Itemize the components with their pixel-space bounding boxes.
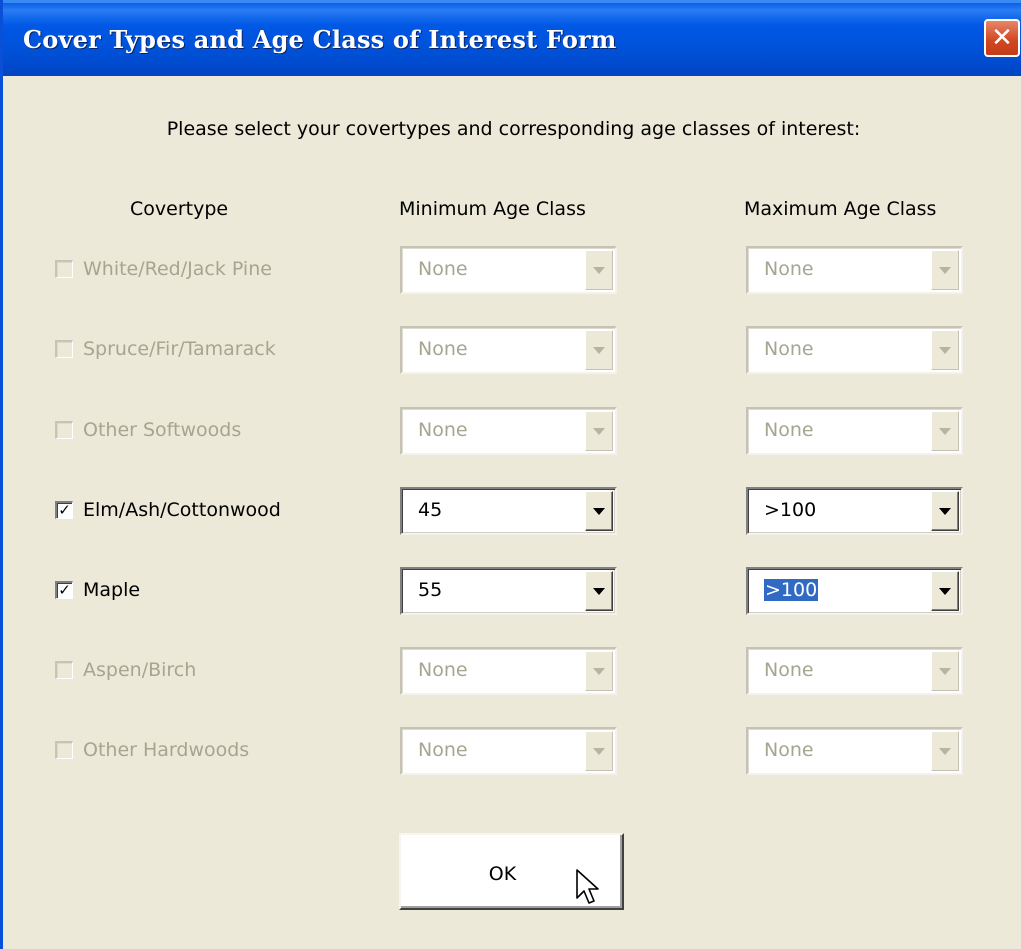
covertype-row: Other Hardwoods None None <box>3 727 1021 777</box>
max-age-value: None <box>764 419 814 441</box>
min-age-value: None <box>418 739 468 761</box>
max-age-dropdown[interactable]: None <box>746 326 963 374</box>
dropdown-arrow-button[interactable] <box>585 571 613 611</box>
chevron-down-icon <box>593 507 605 515</box>
covertype-checkbox[interactable] <box>55 340 73 358</box>
covertype-option[interactable]: ✓ Maple <box>55 579 140 601</box>
dropdown-arrow-button[interactable] <box>931 250 959 290</box>
window-title: Cover Types and Age Class of Interest Fo… <box>23 25 617 54</box>
covertype-label: Other Softwoods <box>83 419 242 441</box>
covertype-row: ✓ Maple 55 >100 <box>3 567 1021 617</box>
covertype-label: Elm/Ash/Cottonwood <box>83 499 281 521</box>
min-age-value: None <box>418 419 468 441</box>
covertype-option[interactable]: ✓ Elm/Ash/Cottonwood <box>55 499 281 521</box>
dropdown-arrow-button[interactable] <box>585 491 613 531</box>
chevron-down-icon <box>939 587 951 595</box>
max-age-dropdown[interactable]: None <box>746 246 963 294</box>
covertype-label: White/Red/Jack Pine <box>83 258 272 280</box>
close-icon: ✕ <box>991 23 1013 53</box>
chevron-down-icon <box>939 747 951 755</box>
covertype-option[interactable]: White/Red/Jack Pine <box>55 258 272 280</box>
min-age-dropdown[interactable]: None <box>400 647 617 695</box>
min-age-dropdown[interactable]: None <box>400 326 617 374</box>
covertype-row: Spruce/Fir/Tamarack None None <box>3 326 1021 376</box>
min-age-value: None <box>418 338 468 360</box>
min-age-value: 55 <box>418 579 443 601</box>
chevron-down-icon <box>939 667 951 675</box>
min-age-dropdown[interactable]: None <box>400 727 617 775</box>
covertype-label: Aspen/Birch <box>83 659 197 681</box>
max-age-value: None <box>764 739 814 761</box>
min-age-dropdown[interactable]: 45 <box>400 487 617 535</box>
dropdown-arrow-button[interactable] <box>585 651 613 691</box>
covertype-checkbox[interactable] <box>55 260 73 278</box>
min-age-dropdown[interactable]: None <box>400 407 617 455</box>
chevron-down-icon <box>939 346 951 354</box>
max-age-value: None <box>764 659 814 681</box>
dropdown-arrow-button[interactable] <box>585 330 613 370</box>
covertype-checkbox[interactable] <box>55 741 73 759</box>
max-age-value: None <box>764 338 814 360</box>
min-age-value: None <box>418 258 468 280</box>
min-age-column-header: Minimum Age Class <box>399 198 586 220</box>
dropdown-arrow-button[interactable] <box>585 411 613 451</box>
max-age-value: >100 <box>764 579 819 601</box>
dropdown-arrow-button[interactable] <box>585 250 613 290</box>
chevron-down-icon <box>593 667 605 675</box>
covertype-option[interactable]: Other Hardwoods <box>55 739 249 761</box>
covertype-option[interactable]: Aspen/Birch <box>55 659 196 681</box>
check-mark-icon: ✓ <box>58 581 71 599</box>
chevron-down-icon <box>593 427 605 435</box>
chevron-down-icon <box>593 266 605 274</box>
covertype-label: Maple <box>83 579 141 601</box>
max-age-dropdown[interactable]: >100 <box>746 567 963 615</box>
covertype-label: Spruce/Fir/Tamarack <box>83 338 276 360</box>
covertype-row: Aspen/Birch None None <box>3 647 1021 697</box>
max-age-dropdown[interactable]: None <box>746 647 963 695</box>
max-age-value: >100 <box>764 499 817 521</box>
dropdown-arrow-button[interactable] <box>931 651 959 691</box>
instruction-text: Please select your covertypes and corres… <box>166 118 861 140</box>
covertype-row: White/Red/Jack Pine None None <box>3 246 1021 296</box>
covertype-column-header: Covertype <box>130 198 229 220</box>
covertype-label: Other Hardwoods <box>83 739 250 761</box>
min-age-dropdown[interactable]: None <box>400 246 617 294</box>
dropdown-arrow-button[interactable] <box>931 731 959 771</box>
chevron-down-icon <box>939 507 951 515</box>
check-mark-icon: ✓ <box>58 501 71 519</box>
covertype-option[interactable]: Other Softwoods <box>55 419 241 441</box>
covertype-checkbox[interactable] <box>55 421 73 439</box>
covertype-row: ✓ Elm/Ash/Cottonwood 45 >100 <box>3 487 1021 537</box>
chevron-down-icon <box>593 587 605 595</box>
min-age-value: None <box>418 659 468 681</box>
max-age-dropdown[interactable]: None <box>746 407 963 455</box>
chevron-down-icon <box>593 346 605 354</box>
dropdown-arrow-button[interactable] <box>931 491 959 531</box>
dropdown-arrow-button[interactable] <box>931 330 959 370</box>
chevron-down-icon <box>939 427 951 435</box>
max-age-column-header: Maximum Age Class <box>744 198 937 220</box>
covertype-checkbox[interactable]: ✓ <box>55 581 73 599</box>
covertype-row: Other Softwoods None None <box>3 407 1021 457</box>
dialog-window: Cover Types and Age Class of Interest Fo… <box>0 0 1021 949</box>
covertype-checkbox[interactable] <box>55 661 73 679</box>
chevron-down-icon <box>939 266 951 274</box>
max-age-value: None <box>764 258 814 280</box>
ok-button-label: OK <box>488 862 517 885</box>
title-bar[interactable]: Cover Types and Age Class of Interest Fo… <box>3 0 1021 76</box>
dropdown-arrow-button[interactable] <box>585 731 613 771</box>
covertype-checkbox[interactable]: ✓ <box>55 501 73 519</box>
close-button[interactable]: ✕ <box>984 19 1020 57</box>
max-age-dropdown[interactable]: >100 <box>746 487 963 535</box>
max-age-dropdown[interactable]: None <box>746 727 963 775</box>
dropdown-arrow-button[interactable] <box>931 411 959 451</box>
mouse-cursor-icon <box>576 869 599 904</box>
min-age-value: 45 <box>418 499 443 521</box>
dropdown-arrow-button[interactable] <box>931 571 959 611</box>
covertype-option[interactable]: Spruce/Fir/Tamarack <box>55 338 276 360</box>
chevron-down-icon <box>593 747 605 755</box>
min-age-dropdown[interactable]: 55 <box>400 567 617 615</box>
